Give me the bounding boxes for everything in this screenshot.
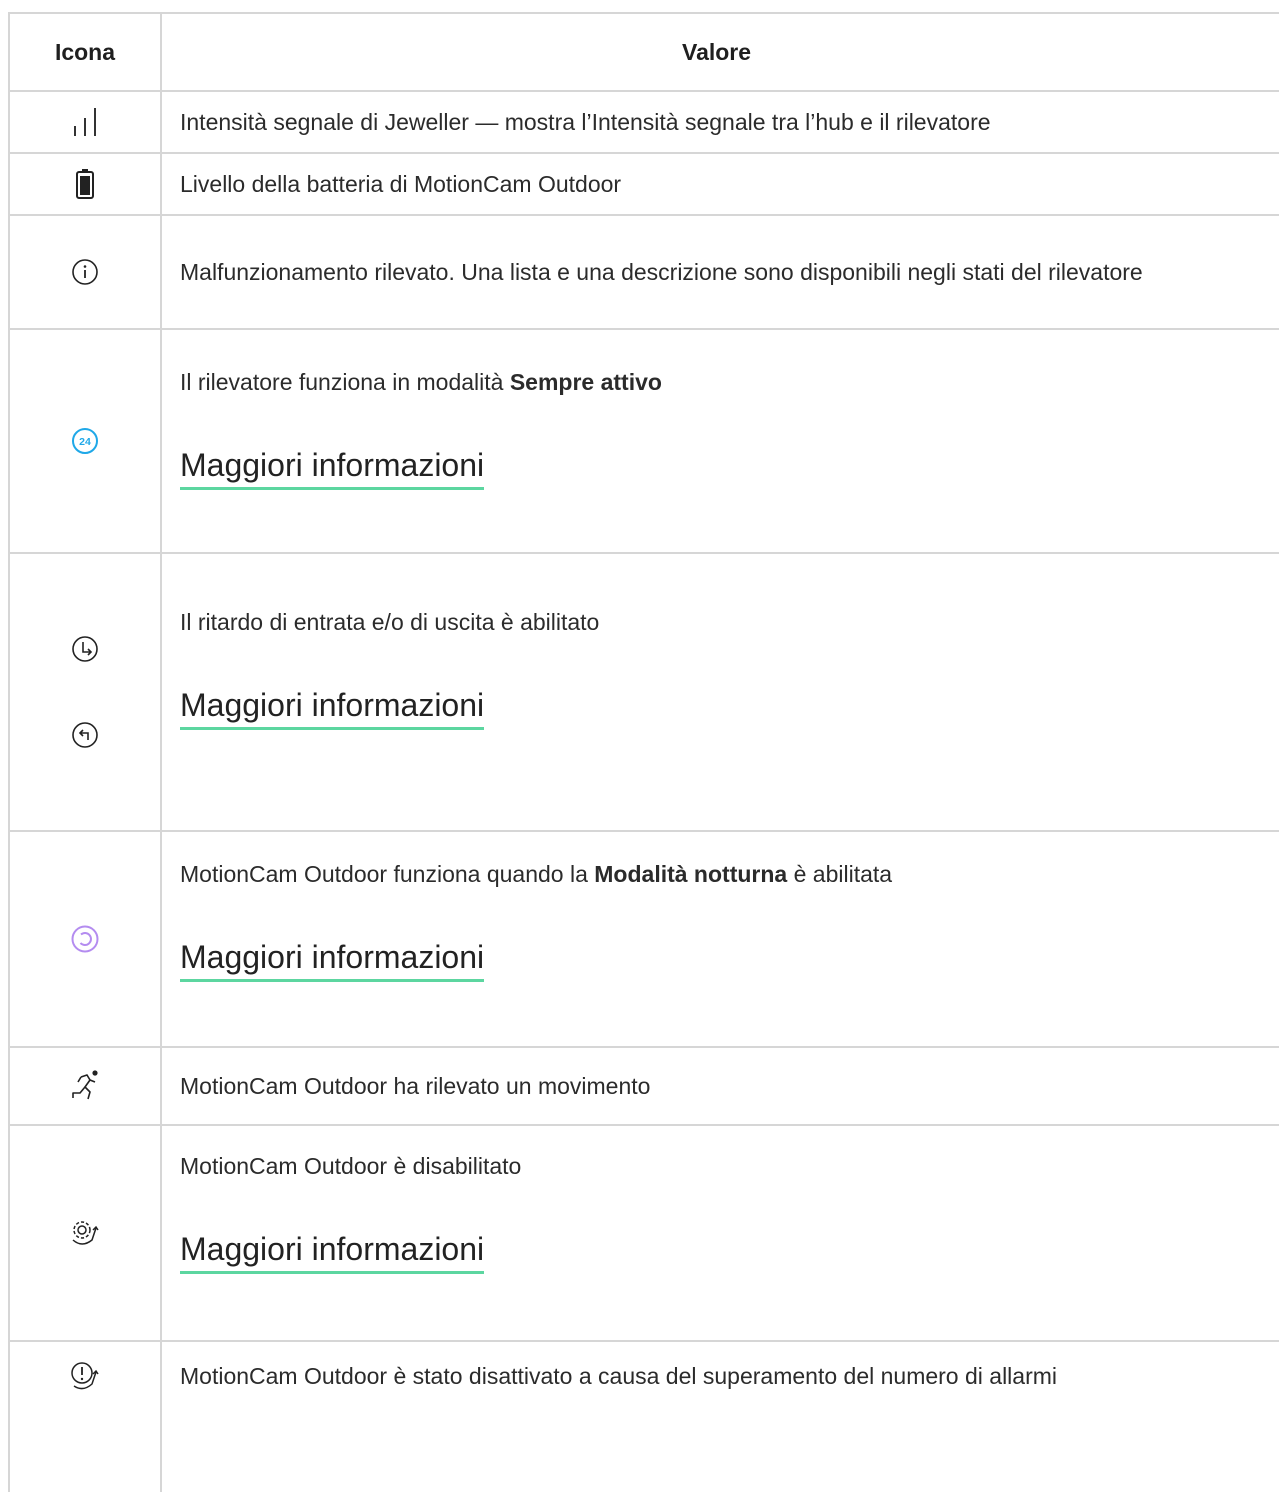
always-active-label: 24 — [79, 436, 91, 448]
value-cell: MotionCam Outdoor è stato disattivato a … — [162, 1342, 1279, 1492]
always-active-24-icon: 24 — [71, 427, 99, 455]
info-icon — [71, 258, 99, 286]
row-text: Il ritardo di entrata e/o di uscita è ab… — [180, 609, 600, 635]
table-row: Intensità segnale di Jeweller — mostra l… — [10, 92, 1279, 154]
battery-icon — [75, 168, 95, 200]
row-text: Il rilevatore funziona in modalità Sempr… — [180, 369, 662, 395]
icon-cell — [10, 554, 162, 830]
table-header-row: Icona Valore — [10, 14, 1279, 92]
value-cell: MotionCam Outdoor è disabilitato Maggior… — [162, 1126, 1279, 1340]
row-text: Malfunzionamento rilevato. Una lista e u… — [180, 258, 1143, 285]
status-icons-table: Icona Valore Intensità segnale di Jewell… — [8, 12, 1279, 1492]
row-text: MotionCam Outdoor è stato disattivato a … — [180, 1363, 1058, 1389]
icon-cell — [10, 1342, 162, 1492]
table-row: MotionCam Outdoor è disabilitato Maggior… — [10, 1126, 1279, 1342]
more-info-link[interactable]: Maggiori informazioni — [180, 685, 485, 730]
table-row: MotionCam Outdoor ha rilevato un movimen… — [10, 1048, 1279, 1126]
row-text: Intensità segnale di Jeweller — mostra l… — [180, 108, 991, 135]
mode-name: Modalità notturna — [594, 861, 788, 887]
value-cell: Intensità segnale di Jeweller — mostra l… — [162, 92, 1279, 152]
icon-cell — [10, 216, 162, 328]
row-text: MotionCam Outdoor funziona quando la Mod… — [180, 861, 893, 887]
table-row: Malfunzionamento rilevato. Una lista e u… — [10, 216, 1279, 330]
table-row: MotionCam Outdoor è stato disattivato a … — [10, 1342, 1279, 1492]
row-text: Livello della batteria di MotionCam Outd… — [180, 170, 622, 197]
entry-delay-icon — [71, 635, 99, 663]
exit-delay-icon — [71, 721, 99, 749]
auto-deactivated-icon — [68, 1360, 102, 1394]
mode-name: Sempre attivo — [509, 369, 662, 395]
table-row: Livello della batteria di MotionCam Outd… — [10, 154, 1279, 216]
night-mode-icon — [70, 924, 100, 954]
table-row: MotionCam Outdoor funziona quando la Mod… — [10, 832, 1279, 1048]
device-disabled-icon — [68, 1216, 102, 1250]
row-text: MotionCam Outdoor è disabilitato — [180, 1153, 522, 1179]
table-row: Il ritardo di entrata e/o di uscita è ab… — [10, 554, 1279, 832]
value-cell: Il rilevatore funziona in modalità Sempr… — [162, 330, 1279, 552]
more-info-link[interactable]: Maggiori informazioni — [180, 1229, 485, 1274]
table-row: 24 Il rilevatore funziona in modalità Se… — [10, 330, 1279, 554]
more-info-link[interactable]: Maggiori informazioni — [180, 445, 485, 490]
value-cell: MotionCam Outdoor ha rilevato un movimen… — [162, 1048, 1279, 1124]
signal-strength-icon — [65, 104, 105, 140]
value-cell: Livello della batteria di MotionCam Outd… — [162, 154, 1279, 214]
value-cell: Il ritardo di entrata e/o di uscita è ab… — [162, 554, 1279, 830]
value-cell: MotionCam Outdoor funziona quando la Mod… — [162, 832, 1279, 1046]
header-icon-cell: Icona — [10, 14, 162, 90]
value-cell: Malfunzionamento rilevato. Una lista e u… — [162, 216, 1279, 328]
icon-cell — [10, 1048, 162, 1124]
more-info-link[interactable]: Maggiori informazioni — [180, 937, 485, 982]
row-text: MotionCam Outdoor ha rilevato un movimen… — [180, 1072, 651, 1099]
icon-cell: 24 — [10, 330, 162, 552]
icon-cell — [10, 1126, 162, 1340]
header-value-cell: Valore — [682, 38, 752, 65]
motion-detected-icon — [67, 1068, 103, 1104]
icon-cell — [10, 154, 162, 214]
icon-cell — [10, 92, 162, 152]
icon-cell — [10, 832, 162, 1046]
